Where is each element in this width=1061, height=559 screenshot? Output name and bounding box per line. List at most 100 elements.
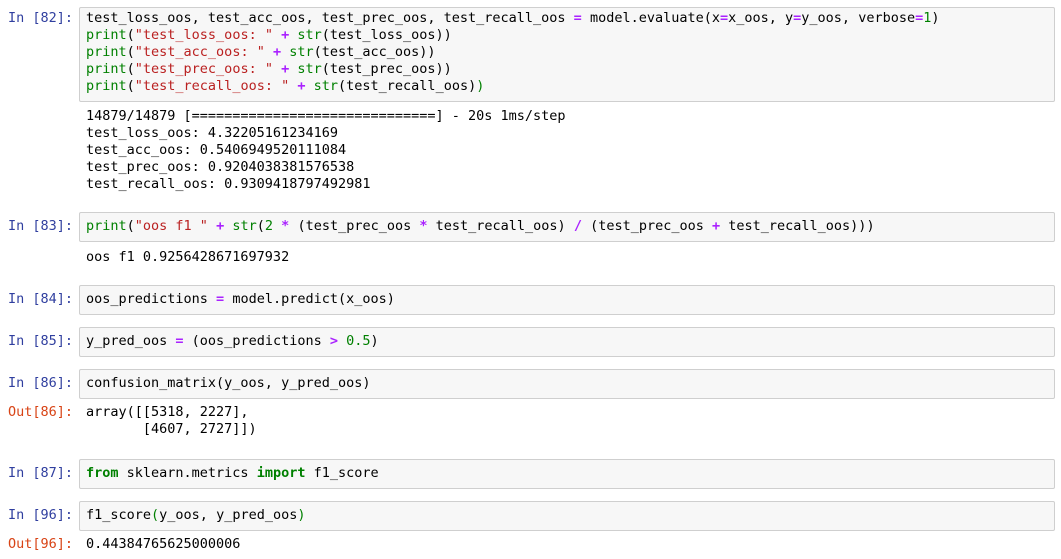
code-token: 2 <box>264 218 274 234</box>
code-token: / <box>573 218 582 234</box>
code-token: + <box>216 218 225 234</box>
input-prompt: In [96]: <box>8 507 74 523</box>
code-token: = <box>915 10 924 26</box>
code-token: ( <box>151 507 160 523</box>
cell-output: array([[5318, 2227], [4607, 2727]]) <box>86 404 257 438</box>
code-token: ( <box>126 61 135 77</box>
cell-output: 14879/14879 [===========================… <box>86 108 566 193</box>
code-token: * <box>419 218 428 234</box>
code-line: y_pred_oos = (oos_predictions > 0.5) <box>86 333 1048 350</box>
code-input[interactable]: test_loss_oos, test_acc_oos, test_prec_o… <box>79 7 1055 102</box>
code-token: = <box>719 10 729 26</box>
code-token: model.predict(x_oos) <box>224 291 395 307</box>
code-token: (test_prec_oos <box>581 218 712 234</box>
input-prompt: In [86]: <box>8 375 74 391</box>
code-token: sklearn.metrics <box>118 465 257 481</box>
output-line: test_prec_oos: 0.9204038381576538 <box>86 159 355 175</box>
code-line: f1_score(y_oos, y_pred_oos) <box>86 507 1048 524</box>
code-token: + <box>281 27 290 43</box>
code-input[interactable]: from sklearn.metrics import f1_score <box>79 459 1055 489</box>
code-token: confusion_matrix(y_oos, y_pred_oos) <box>86 375 371 391</box>
code-line: print("test_loss_oos: " + str(test_loss_… <box>86 27 1048 44</box>
code-token: = <box>175 333 184 349</box>
code-token: y_oos, y_pred_oos <box>159 507 298 523</box>
code-token: (test_prec_oos)) <box>321 61 452 77</box>
code-token: test_recall_oos))) <box>720 218 875 234</box>
code-token: print <box>86 44 127 60</box>
code-token: y_oos, verbose <box>801 10 916 26</box>
code-line: print("test_acc_oos: " + str(test_acc_oo… <box>86 44 1048 61</box>
code-input[interactable]: f1_score(y_oos, y_pred_oos) <box>79 501 1055 531</box>
code-token: + <box>712 218 721 234</box>
code-token: ( <box>256 218 265 234</box>
code-token: > <box>329 333 338 349</box>
output-line: test_acc_oos: 0.5406949520111084 <box>86 142 347 158</box>
code-input[interactable]: confusion_matrix(y_oos, y_pred_oos) <box>79 369 1055 399</box>
code-line: oos_predictions = model.predict(x_oos) <box>86 291 1048 308</box>
code-token: print <box>86 27 127 43</box>
code-token: str <box>232 218 257 234</box>
code-token: ( <box>126 27 135 43</box>
code-token: test_loss_oos, test_acc_oos, test_prec_o… <box>86 10 574 26</box>
code-token: str <box>297 27 322 43</box>
input-prompt: In [83]: <box>8 218 74 234</box>
code-token: str <box>289 44 314 60</box>
output-line: 14879/14879 [===========================… <box>86 108 566 124</box>
code-line: from sklearn.metrics import f1_score <box>86 465 1048 482</box>
code-token: (test_prec_oos <box>289 218 420 234</box>
code-line: print("oos f1 " + str(2 * (test_prec_oos… <box>86 218 1048 235</box>
code-input[interactable]: print("oos f1 " + str(2 * (test_prec_oos… <box>79 212 1055 242</box>
code-token: + <box>297 78 306 94</box>
code-token: + <box>281 61 290 77</box>
code-token: ) <box>476 78 485 94</box>
code-token: "test_acc_oos: " <box>134 44 265 60</box>
code-token: print <box>86 218 127 234</box>
input-prompt: In [87]: <box>8 465 74 481</box>
input-prompt: In [82]: <box>8 10 74 26</box>
code-token: ( <box>126 218 135 234</box>
code-token: (test_loss_oos)) <box>321 27 452 43</box>
cell-output: 0.44384765625000006 <box>86 536 240 553</box>
output-line: 0.44384765625000006 <box>86 536 241 552</box>
output-prompt: Out[96]: <box>8 536 74 552</box>
code-line: test_loss_oos, test_acc_oos, test_prec_o… <box>86 10 1048 27</box>
code-line: print("test_prec_oos: " + str(test_prec_… <box>86 61 1048 78</box>
code-token: oos_predictions <box>86 291 217 307</box>
code-token: y_pred_oos <box>86 333 176 349</box>
code-token: f1_score <box>305 465 379 481</box>
code-token: str <box>297 61 322 77</box>
code-input[interactable]: oos_predictions = model.predict(x_oos) <box>79 285 1055 315</box>
input-prompt: In [84]: <box>8 291 74 307</box>
code-token: f1_score <box>86 507 152 523</box>
code-token: x_oos, y <box>728 10 794 26</box>
output-line: [4607, 2727]]) <box>86 421 257 437</box>
code-token: (test_recall_oos) <box>338 78 477 94</box>
output-prompt: Out[86]: <box>8 404 74 420</box>
code-token: ) <box>297 507 306 523</box>
code-token: (test_acc_oos)) <box>313 44 436 60</box>
input-prompt: In [85]: <box>8 333 74 349</box>
code-token: = <box>216 291 225 307</box>
code-token: from <box>86 465 119 481</box>
output-line: test_recall_oos: 0.9309418797492981 <box>86 176 371 192</box>
code-line: confusion_matrix(y_oos, y_pred_oos) <box>86 375 1048 392</box>
code-token: "test_recall_oos: " <box>134 78 290 94</box>
code-token: import <box>256 465 306 481</box>
output-line: array([[5318, 2227], <box>86 404 249 420</box>
code-token: str <box>313 78 339 94</box>
code-token: 0.5 <box>346 333 371 349</box>
output-line: test_loss_oos: 4.32205161234169 <box>86 125 338 141</box>
code-line: print("test_recall_oos: " + str(test_rec… <box>86 78 1048 95</box>
output-line: oos f1 0.9256428671697932 <box>86 249 290 265</box>
cell-output: oos f1 0.9256428671697932 <box>86 249 289 266</box>
code-token: ) <box>370 333 379 349</box>
code-input[interactable]: y_pred_oos = (oos_predictions > 0.5) <box>79 327 1055 357</box>
code-token: print <box>86 78 127 94</box>
code-token: ( <box>126 78 135 94</box>
code-token: (oos_predictions <box>183 333 330 349</box>
